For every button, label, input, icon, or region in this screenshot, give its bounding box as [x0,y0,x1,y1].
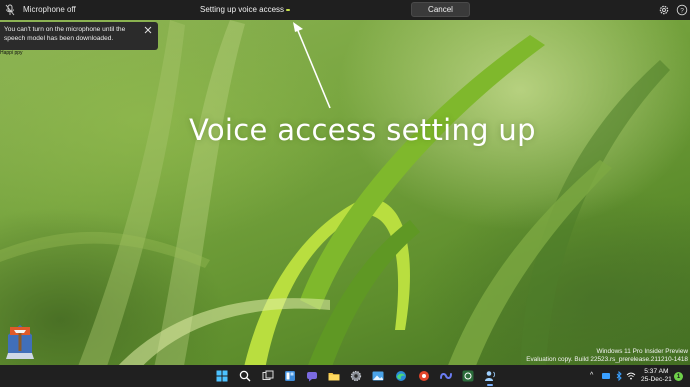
clock-date: 25-Dec-21 [641,376,672,383]
clock-time: 5:37 AM [644,368,669,375]
widgets-icon[interactable] [284,370,296,382]
gear-icon[interactable] [658,4,670,16]
setup-status-text: Setting up voice access [200,5,285,14]
toast-message: You can't turn on the microphone until t… [4,26,126,42]
svg-text:?: ? [680,7,684,14]
office-icon[interactable] [418,370,430,382]
taskbar-clock[interactable]: 5:37 AM 25-Dec-21 [641,368,672,384]
close-icon[interactable] [144,26,152,34]
microphone-toast: You can't turn on the microphone until t… [0,22,158,50]
wifi-icon[interactable] [626,371,636,381]
edge-icon[interactable] [395,370,407,382]
windows-start-icon[interactable] [216,370,228,382]
search-icon[interactable] [239,370,251,382]
bluetooth-icon[interactable] [614,371,624,381]
help-icon[interactable]: ? [676,4,688,16]
voice-access-bar: Microphone off Setting up voice access C… [0,0,690,20]
taskbar: ^ 5:37 AM 25-Dec-21 1 [0,365,690,387]
network-icon[interactable] [601,371,611,381]
setup-progress-indicator [286,9,290,11]
tray-chevron-icon[interactable]: ^ [590,372,593,379]
chat-icon[interactable] [306,370,318,382]
evaluation-watermark: Windows 11 Pro Insider Preview Evaluatio… [526,348,688,364]
site-logo [4,321,36,361]
desktop-wallpaper [0,0,690,387]
photos-icon[interactable] [372,370,384,382]
copilot-icon[interactable] [440,370,452,382]
annotation-arrow [293,22,331,109]
task-view-icon[interactable] [262,370,274,382]
voice-access-icon[interactable] [484,370,496,382]
watermark-line-1: Windows 11 Pro Insider Preview [596,348,688,355]
notification-badge[interactable]: 1 [674,372,683,381]
voice-access-active-indicator [487,384,493,386]
overlay-caption: Voice access setting up [189,113,536,147]
file-explorer-icon[interactable] [328,370,340,382]
microphone-state-label: Microphone off [23,5,76,14]
settings-app-icon[interactable] [350,370,362,382]
microphone-off-icon[interactable] [3,3,17,17]
cancel-button[interactable]: Cancel [411,2,470,17]
partially-hidden-text: Happi ppy [0,50,23,56]
watermark-line-2: Evaluation copy. Build 22523.rs_prerelea… [526,356,688,363]
